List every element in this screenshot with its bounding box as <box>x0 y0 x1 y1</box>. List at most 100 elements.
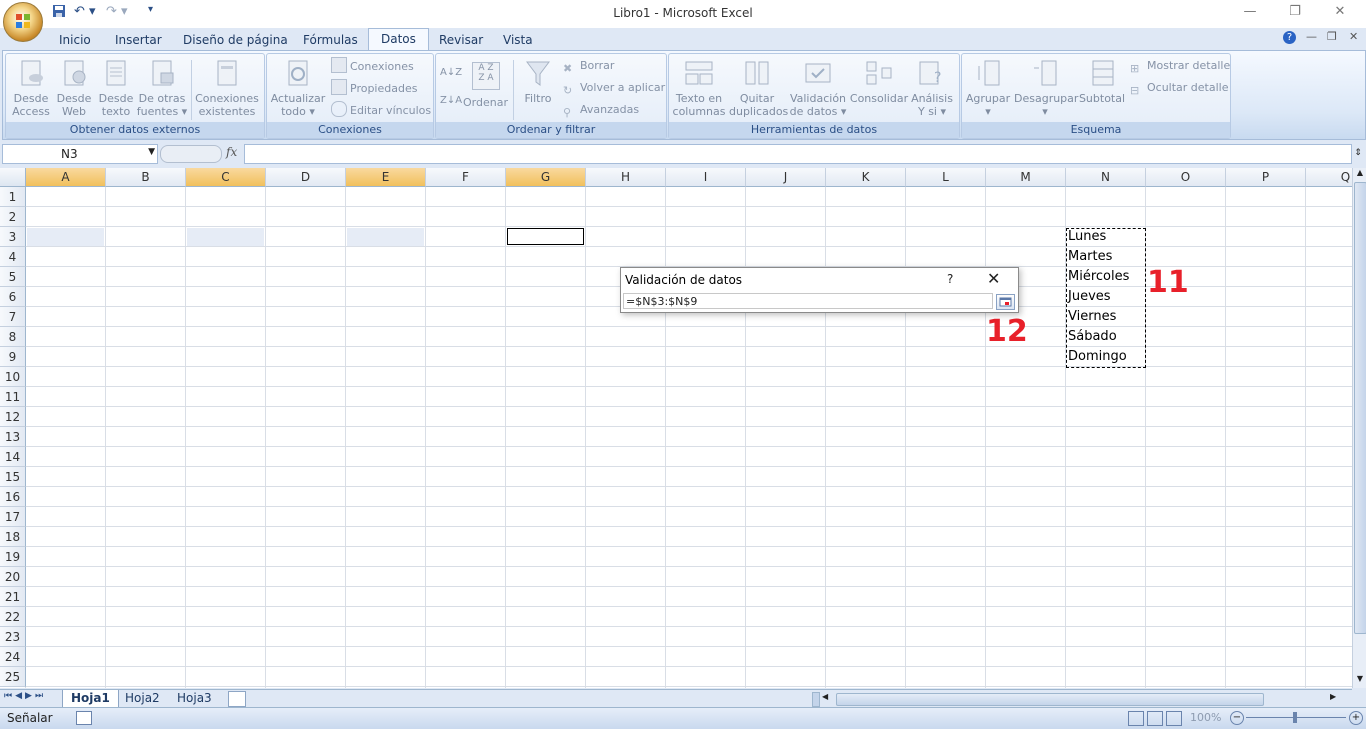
row-header-5[interactable]: 5 <box>0 267 26 287</box>
page-break-view-icon[interactable] <box>1166 711 1182 726</box>
zoom-in-icon[interactable]: + <box>1349 711 1363 725</box>
from-access-button[interactable]: Desde Access <box>10 58 52 118</box>
row-header-19[interactable]: 19 <box>0 547 26 567</box>
minimize-button[interactable]: — <box>1236 4 1264 22</box>
selected-cell-a3[interactable] <box>27 228 104 246</box>
tab-revisar[interactable]: Revisar <box>439 30 483 50</box>
column-header-b[interactable]: B <box>106 168 186 187</box>
selected-cell-e3[interactable] <box>347 228 424 246</box>
tab-vista[interactable]: Vista <box>503 30 533 50</box>
column-header-f[interactable]: F <box>426 168 506 187</box>
redo-icon[interactable]: ↷ ▾ <box>106 4 128 22</box>
subtotal-button[interactable]: Subtotal <box>1078 58 1126 105</box>
group-button[interactable]: Agrupar ▾ <box>964 58 1012 118</box>
edit-links-button[interactable]: Editar vínculos <box>331 101 431 119</box>
tab-formulas[interactable]: Fórmulas <box>303 30 358 50</box>
expand-dialog-button[interactable] <box>996 294 1015 310</box>
data-validation-button[interactable]: Validación de datos ▾ <box>787 58 849 118</box>
insert-sheet-icon[interactable] <box>228 691 246 707</box>
column-header-e[interactable]: E <box>346 168 426 187</box>
ribbon-minimize-icon[interactable]: — <box>1306 30 1317 43</box>
tab-insertar[interactable]: Insertar <box>115 30 162 50</box>
sort-dialog-icon[interactable]: A ZZ A <box>472 62 500 90</box>
column-header-m[interactable]: M <box>986 168 1066 187</box>
row-header-20[interactable]: 20 <box>0 567 26 587</box>
sort-az-button[interactable]: A↓Z <box>440 64 462 82</box>
scroll-up-icon[interactable]: ▲ <box>1354 168 1366 180</box>
name-box[interactable]: N3 ▼ <box>2 144 158 164</box>
ribbon-close-icon[interactable]: ✕ <box>1349 30 1358 43</box>
show-detail-button[interactable]: ⊞ Mostrar detalle <box>1130 57 1230 75</box>
scroll-left-icon[interactable]: ◀ <box>822 692 832 705</box>
row-header-2[interactable]: 2 <box>0 207 26 227</box>
reapply-button[interactable]: ↻ Volver a aplicar <box>563 79 665 97</box>
chevron-down-icon[interactable]: ▼ <box>148 147 155 157</box>
zoom-out-icon[interactable]: − <box>1230 711 1244 725</box>
column-header-j[interactable]: J <box>746 168 826 187</box>
dialog-help-button[interactable]: ? <box>947 272 953 286</box>
column-header-o[interactable]: O <box>1146 168 1226 187</box>
row-header-18[interactable]: 18 <box>0 527 26 547</box>
row-header-13[interactable]: 13 <box>0 427 26 447</box>
restore-button[interactable]: ❐ <box>1281 4 1309 22</box>
selected-cell-c3[interactable] <box>187 228 264 246</box>
what-if-button[interactable]: ? Análisis Y si ▾ <box>909 58 955 118</box>
from-web-button[interactable]: Desde Web <box>54 58 94 118</box>
other-sources-button[interactable]: De otras fuentes ▾ <box>136 58 188 118</box>
row-header-8[interactable]: 8 <box>0 327 26 347</box>
consolidate-button[interactable]: Consolidar <box>849 58 909 105</box>
row-header-11[interactable]: 11 <box>0 387 26 407</box>
active-cell-g3[interactable] <box>507 228 584 245</box>
undo-icon[interactable]: ↶ ▾ <box>74 4 96 22</box>
from-text-button[interactable]: Desde texto <box>96 58 136 118</box>
ungroup-button[interactable]: Desagrupar ▾ <box>1014 58 1078 118</box>
advanced-filter-button[interactable]: ⚲ Avanzadas <box>563 101 639 119</box>
properties-button[interactable]: Propiedades <box>331 79 417 97</box>
row-header-24[interactable]: 24 <box>0 647 26 667</box>
clear-filter-button[interactable]: ✖ Borrar <box>563 57 614 75</box>
sheet-tab-hoja2[interactable]: Hoja2 <box>117 690 168 707</box>
column-header-l[interactable]: L <box>906 168 986 187</box>
row-header-3[interactable]: 3 <box>0 227 26 247</box>
zoom-slider-thumb[interactable] <box>1293 712 1297 723</box>
column-header-a[interactable]: A <box>26 168 106 187</box>
column-header-g[interactable]: G <box>506 168 586 187</box>
connections-button[interactable]: Conexiones <box>331 57 414 75</box>
column-header-h[interactable]: H <box>586 168 666 187</box>
row-header-14[interactable]: 14 <box>0 447 26 467</box>
column-header-q[interactable]: Q <box>1306 168 1352 187</box>
sort-button[interactable]: Ordenar <box>463 94 508 112</box>
help-icon[interactable]: ? <box>1283 31 1296 44</box>
zoom-level[interactable]: 100% <box>1190 711 1221 724</box>
row-header-22[interactable]: 22 <box>0 607 26 627</box>
page-layout-view-icon[interactable] <box>1147 711 1163 726</box>
sheet-tab-hoja1[interactable]: Hoja1 <box>62 690 119 708</box>
horizontal-scroll-thumb[interactable] <box>836 693 1264 706</box>
scroll-thumb[interactable] <box>1354 182 1366 634</box>
close-button[interactable]: ✕ <box>1326 4 1354 22</box>
vertical-scrollbar[interactable]: ▲ ▼ <box>1352 168 1366 688</box>
existing-connections-button[interactable]: Conexiones existentes <box>194 58 260 118</box>
column-header-d[interactable]: D <box>266 168 346 187</box>
macro-record-icon[interactable] <box>76 711 92 725</box>
ribbon-restore-icon[interactable]: ❐ <box>1327 30 1337 43</box>
row-header-21[interactable]: 21 <box>0 587 26 607</box>
insert-function-icon[interactable]: fx <box>226 145 237 159</box>
row-header-16[interactable]: 16 <box>0 487 26 507</box>
expand-formula-icon[interactable]: ⇕ <box>1352 144 1364 162</box>
column-header-k[interactable]: K <box>826 168 906 187</box>
customize-qat-icon[interactable]: ▾ <box>148 4 153 22</box>
text-to-columns-button[interactable]: Texto en columnas <box>671 58 727 118</box>
row-header-4[interactable]: 4 <box>0 247 26 267</box>
formula-input[interactable] <box>244 144 1352 164</box>
row-header-7[interactable]: 7 <box>0 307 26 327</box>
row-header-17[interactable]: 17 <box>0 507 26 527</box>
normal-view-icon[interactable] <box>1128 711 1144 726</box>
column-header-p[interactable]: P <box>1226 168 1306 187</box>
scroll-down-icon[interactable]: ▼ <box>1354 674 1366 686</box>
tab-diseno-pagina[interactable]: Diseño de página <box>183 30 288 50</box>
row-header-6[interactable]: 6 <box>0 287 26 307</box>
save-icon[interactable] <box>52 4 66 22</box>
source-range-input[interactable]: =$N$3:$N$9 <box>623 293 993 309</box>
hide-detail-button[interactable]: ⊟ Ocultar detalle <box>1130 79 1229 97</box>
